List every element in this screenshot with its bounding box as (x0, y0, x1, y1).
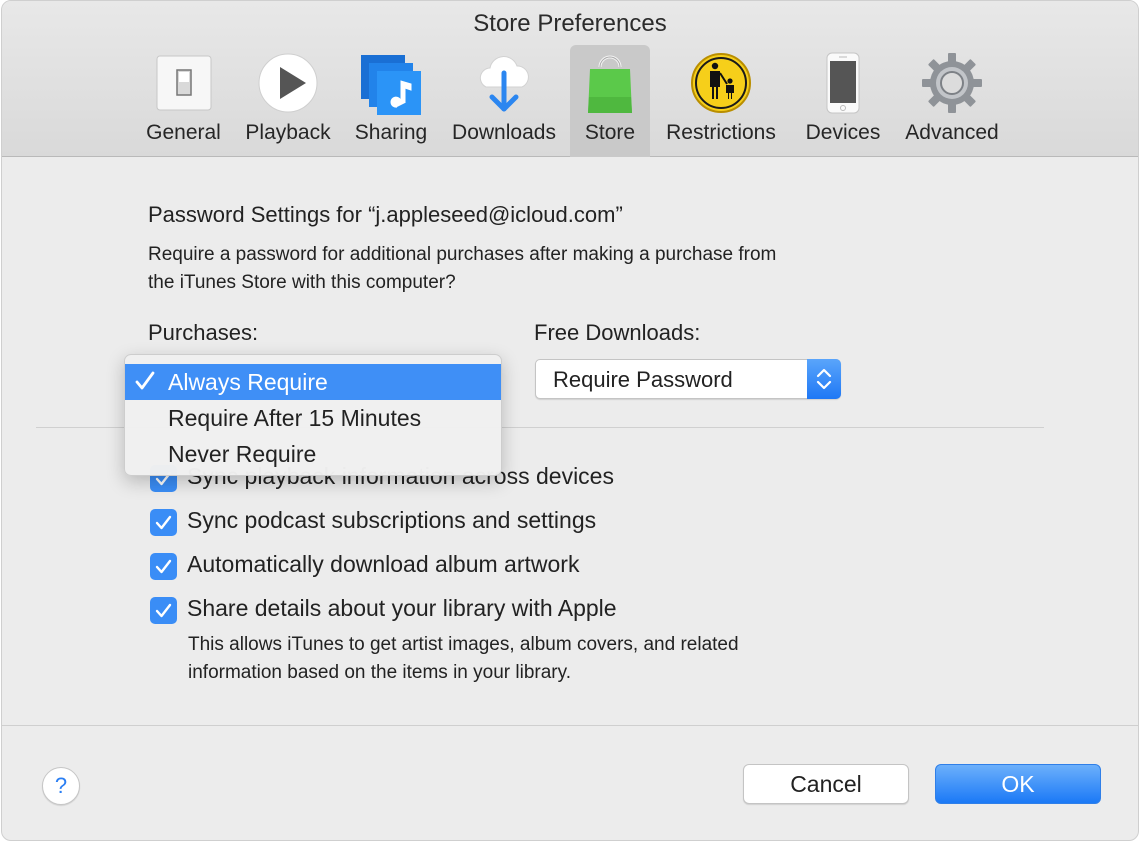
password-settings-heading: Password Settings for “j.appleseed@iclou… (148, 202, 623, 227)
checkmark-icon (135, 369, 155, 399)
checkbox-checked-icon[interactable] (150, 509, 177, 536)
help-button[interactable]: ? (42, 767, 80, 805)
tab-sharing-label: Sharing (354, 121, 428, 144)
gear-icon (920, 51, 984, 115)
chevron-up-down-icon (807, 359, 841, 399)
option-label: Share details about your library with Ap… (187, 595, 617, 621)
free-downloads-select[interactable]: Require Password (535, 359, 841, 399)
free-downloads-selected-value: Require Password (553, 367, 733, 392)
tab-devices[interactable]: Devices (798, 45, 888, 157)
tab-advanced-label: Advanced (905, 121, 999, 144)
play-icon (256, 51, 320, 115)
share-details-note: This allows iTunes to get artist images,… (188, 631, 739, 687)
tab-store-label: Store (584, 121, 636, 144)
purchases-dropdown-menu: Always Require Require After 15 Minutes … (124, 354, 502, 476)
menu-item-label: Never Require (168, 441, 317, 467)
password-settings-description: Require a password for additional purcha… (148, 241, 948, 297)
description-line-2: the iTunes Store with this computer? (148, 272, 456, 293)
tab-store[interactable]: Store (570, 45, 650, 157)
store-preferences-window: Store Preferences General Playback Shari… (1, 0, 1139, 841)
music-sharing-icon (359, 51, 423, 115)
menu-item-never-require[interactable]: Never Require (125, 436, 501, 472)
toggle-switch-icon (152, 51, 216, 115)
tab-general[interactable]: General (136, 45, 231, 157)
menu-item-require-after-15[interactable]: Require After 15 Minutes (125, 400, 501, 436)
tab-restrictions[interactable]: Restrictions (656, 45, 786, 157)
menu-item-always-require[interactable]: Always Require (125, 364, 501, 400)
cancel-button[interactable]: Cancel (743, 764, 909, 804)
option-label: Automatically download album artwork (187, 551, 580, 577)
tab-restrictions-label: Restrictions (666, 121, 776, 144)
tab-downloads[interactable]: Downloads (442, 45, 566, 157)
tab-playback-label: Playback (245, 121, 331, 144)
tab-playback[interactable]: Playback (238, 45, 338, 157)
tab-sharing[interactable]: Sharing (346, 45, 436, 157)
option-label: Sync podcast subscriptions and settings (187, 507, 597, 533)
tab-devices-label: Devices (805, 121, 881, 144)
checkbox-checked-icon[interactable] (150, 597, 177, 624)
parental-controls-icon (689, 51, 753, 115)
titlebar-toolbar: Store Preferences General Playback Shari… (2, 1, 1138, 157)
free-downloads-label: Free Downloads: (534, 320, 701, 345)
ok-button[interactable]: OK (935, 764, 1101, 804)
cloud-download-icon (472, 51, 536, 115)
tab-general-label: General (146, 121, 221, 144)
note-line-2: information based on the items in your l… (188, 662, 571, 683)
iphone-icon (811, 51, 875, 115)
menu-item-label: Require After 15 Minutes (168, 405, 422, 431)
shopping-bag-icon (578, 51, 642, 115)
purchases-label: Purchases: (148, 320, 259, 345)
tab-advanced[interactable]: Advanced (896, 45, 1008, 157)
tab-downloads-label: Downloads (452, 121, 556, 144)
menu-item-label: Always Require (168, 369, 328, 395)
footer-divider (2, 725, 1138, 726)
window-title: Store Preferences (473, 10, 667, 37)
description-line-1: Require a password for additional purcha… (148, 244, 777, 265)
note-line-1: This allows iTunes to get artist images,… (188, 634, 739, 655)
checkbox-checked-icon[interactable] (150, 553, 177, 580)
